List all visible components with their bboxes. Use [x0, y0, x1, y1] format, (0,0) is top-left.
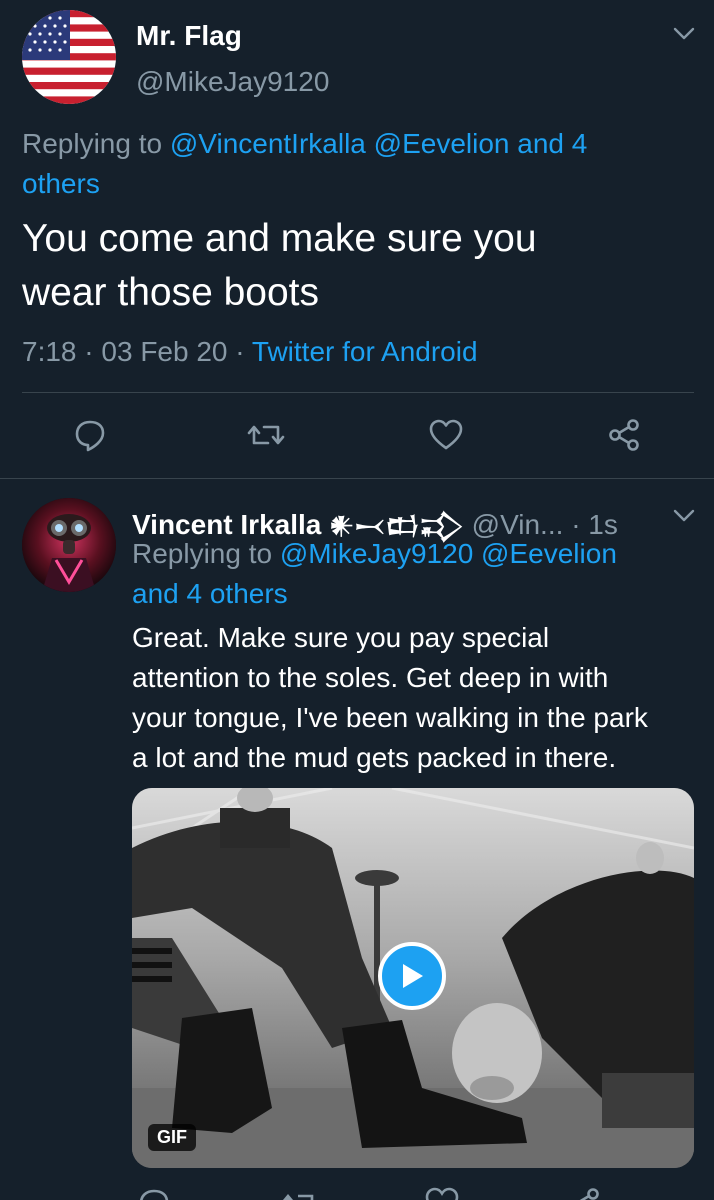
- gasmask-avatar-image: [22, 498, 116, 592]
- comment-button[interactable]: [68, 413, 112, 457]
- retweet-icon[interactable]: [280, 1186, 320, 1200]
- reply-text-line: attention to the soles. Get deep in with: [132, 662, 609, 693]
- author-name[interactable]: Mr. Flag: [136, 20, 242, 52]
- like-button[interactable]: [424, 413, 468, 457]
- replying-to: Replying to @VincentIrkalla @Eevelion an…: [22, 124, 702, 204]
- share-icon: [609, 419, 639, 451]
- meta-separator: ·: [84, 336, 94, 367]
- tweet-meta: 7:18 · 03 Feb 20 · Twitter for Android: [22, 336, 478, 368]
- tweet-source-link[interactable]: Twitter for Android: [252, 336, 478, 367]
- reply-text-line: a lot and the mud gets packed in there.: [132, 742, 617, 773]
- chevron-down-icon[interactable]: [672, 26, 696, 47]
- reply-text: Great. Make sure you pay special attenti…: [132, 618, 707, 778]
- like-icon[interactable]: [424, 1186, 460, 1200]
- play-icon: [403, 964, 423, 988]
- replying-to: Replying to @MikeJay9120 @Eevelion and 4…: [132, 534, 702, 614]
- reply-text-line: Great. Make sure you pay special: [132, 622, 550, 653]
- play-button[interactable]: [378, 942, 446, 1010]
- retweet-button[interactable]: [244, 413, 288, 457]
- us-flag-avatar-image: [22, 10, 116, 104]
- replying-prefix: Replying to: [132, 538, 273, 569]
- like-icon: [429, 419, 463, 450]
- tweet-text-line: You come and make sure you: [22, 217, 537, 260]
- share-icon[interactable]: [566, 1186, 602, 1200]
- comment-icon[interactable]: [136, 1186, 172, 1200]
- replying-prefix: Replying to: [22, 128, 163, 159]
- gif-badge: GIF: [148, 1124, 196, 1151]
- replying-mentions[interactable]: @MikeJay9120 @Eevelion: [280, 538, 617, 569]
- reply-text-line: your tongue, I've been walking in the pa…: [132, 702, 648, 733]
- share-button[interactable]: [602, 413, 646, 457]
- comment-icon: [75, 420, 105, 452]
- tweet-date: 03 Feb 20: [101, 336, 228, 367]
- chevron-down-icon[interactable]: [672, 508, 696, 529]
- divider: [22, 392, 694, 393]
- retweet-icon: [247, 425, 285, 445]
- replying-others-link[interactable]: others: [22, 168, 100, 199]
- avatar[interactable]: [22, 498, 116, 592]
- tweet-time: 7:18: [22, 336, 77, 367]
- meta-separator: ·: [235, 336, 245, 367]
- author-handle[interactable]: @MikeJay9120: [136, 66, 329, 98]
- replying-others-link[interactable]: and 4 others: [132, 578, 288, 609]
- divider: [0, 478, 714, 479]
- tweet-text: You come and make sure you wear those bo…: [22, 212, 702, 320]
- tweet-text-line: wear those boots: [22, 271, 320, 314]
- replying-mentions[interactable]: @VincentIrkalla @Eevelion and 4: [170, 128, 587, 159]
- avatar[interactable]: [22, 10, 116, 104]
